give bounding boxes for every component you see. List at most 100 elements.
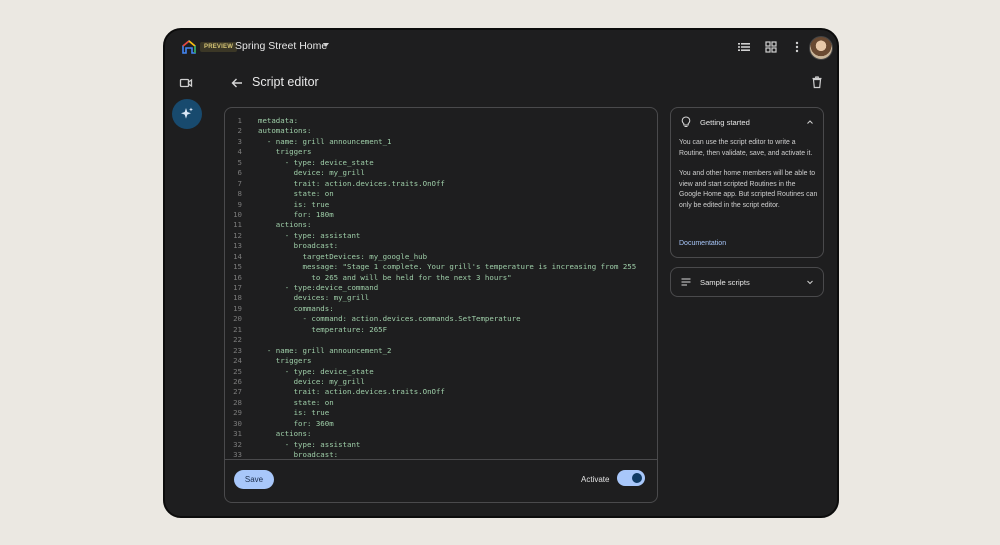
line-text: state: on [258,397,334,407]
grid-view-icon[interactable] [764,40,778,54]
line-number: 2 [237,126,242,136]
code-line[interactable]: 13 broadcast: [225,241,657,251]
code-line[interactable]: 10 for: 180m [225,210,657,220]
code-line[interactable]: 6 device: my_grill [225,168,657,178]
code-line[interactable]: 32 - type: assistant [225,440,657,450]
code-line[interactable]: 3 - name: grill announcement_1 [225,137,657,147]
code-line[interactable]: 17 - type:device_command [225,283,657,293]
line-number: 23 [233,345,242,355]
line-text: triggers [258,147,312,157]
code-line[interactable]: 26 device: my_grill [225,377,657,387]
getting-started-title: Getting started [700,118,750,127]
line-number: 22 [233,335,242,345]
line-text: for: 360m [258,418,334,428]
activate-toggle[interactable] [617,470,645,486]
google-home-logo-icon[interactable] [182,40,196,54]
line-text: device: my_grill [258,168,365,178]
code-line[interactable]: 21 temperature: 265F [225,325,657,335]
line-number: 6 [237,168,242,178]
code-line[interactable]: 4 triggers [225,147,657,157]
code-line[interactable]: 9 is: true [225,200,657,210]
sample-scripts-title: Sample scripts [700,278,750,287]
code-line[interactable]: 25 - type: device_state [225,367,657,377]
line-text: triggers [258,356,312,366]
getting-started-panel: Getting started You can use the script e… [670,107,824,258]
line-text: metadata: [258,116,299,125]
line-number: 29 [233,408,242,418]
line-number: 17 [233,283,242,292]
chevron-down-icon[interactable] [323,43,329,47]
line-number: 14 [233,251,242,261]
line-text: temperature: 265F [258,324,388,334]
line-number: 5 [237,157,242,167]
line-number: 26 [233,376,242,386]
code-line[interactable]: 8 state: on [225,189,657,199]
chevron-down-icon[interactable] [806,278,814,286]
line-number: 19 [233,303,242,313]
code-line[interactable]: 23 - name: grill announcement_2 [225,346,657,356]
line-text: automations: [258,126,312,136]
back-arrow-icon[interactable] [230,76,244,90]
list-view-icon[interactable] [737,40,751,54]
code-line[interactable]: 30 for: 360m [225,419,657,429]
code-line[interactable]: 1 metadata: [225,116,657,126]
sparkle-icon [181,107,193,119]
line-number: 32 [233,439,242,449]
trash-icon[interactable] [810,75,824,89]
activate-label: Activate [581,475,610,484]
code-line[interactable]: 22 [225,335,657,345]
line-number: 3 [237,136,242,146]
code-line[interactable]: 29 is: true [225,408,657,418]
line-text: is: true [258,199,330,209]
app-window: PREVIEW Spring Street Home Script editor… [163,28,839,518]
automations-button[interactable] [172,99,202,129]
line-number: 18 [233,293,242,303]
save-button[interactable]: Save [234,470,274,489]
line-text: message: "Stage 1 complete. Your grill's… [258,262,637,272]
code-line[interactable]: 14 targetDevices: my_google_hub [225,252,657,262]
code-line[interactable]: 11 actions: [225,220,657,230]
lightbulb-icon [681,116,691,127]
code-line[interactable]: 18 devices: my_grill [225,293,657,303]
code-line[interactable]: 24 triggers [225,356,657,366]
code-line[interactable]: 31 actions: [225,429,657,439]
code-area[interactable]: 1 metadata: 2 automations: 3 - name: grill a… [225,116,657,462]
code-line[interactable]: 27 trait: action.devices.traits.OnOff [225,387,657,397]
code-line[interactable]: 16 to 265 and will be held for the next … [225,273,657,283]
editor-footer: Save Activate [225,459,657,502]
more-vert-icon[interactable] [790,40,804,54]
code-line[interactable]: 19 commands: [225,304,657,314]
code-line[interactable]: 12 - type: assistant [225,231,657,241]
line-text: targetDevices: my_google_hub [258,251,428,261]
code-line[interactable]: 20 - command: action.devices.commands.Se… [225,314,657,324]
sample-scripts-panel[interactable]: Sample scripts [670,267,824,297]
code-line[interactable]: 15 message: "Stage 1 complete. Your gril… [225,262,657,272]
code-line[interactable]: 2 automations: [225,126,657,136]
chevron-up-icon[interactable] [806,118,814,126]
page-title: Script editor [252,75,319,89]
camera-icon[interactable] [179,76,193,90]
line-number: 10 [233,209,242,219]
line-number: 30 [233,418,242,428]
line-text: - type: assistant [258,230,361,240]
line-text: - command: action.devices.commands.SetTe… [258,314,521,324]
line-number: 25 [233,366,242,376]
avatar[interactable] [809,36,833,60]
line-text: - type: assistant [258,439,361,449]
code-line[interactable]: 28 state: on [225,398,657,408]
line-number: 27 [233,387,242,397]
line-text: - type: device_state [258,157,374,167]
line-text: is: true [258,408,330,418]
line-number: 21 [233,324,242,334]
line-number: 1 [237,116,242,125]
line-text: - type:device_command [258,283,379,292]
getting-started-paragraph: You can use the script editor to write a… [679,139,813,157]
code-line[interactable]: 7 trait: action.devices.traits.OnOff [225,179,657,189]
documentation-link[interactable]: Documentation [679,240,726,247]
line-text: actions: [258,220,312,230]
line-text: broadcast: [258,241,339,251]
line-text: commands: [258,303,334,313]
home-selector[interactable]: Spring Street Home [235,40,327,52]
line-number: 7 [237,178,242,188]
code-line[interactable]: 5 - type: device_state [225,158,657,168]
